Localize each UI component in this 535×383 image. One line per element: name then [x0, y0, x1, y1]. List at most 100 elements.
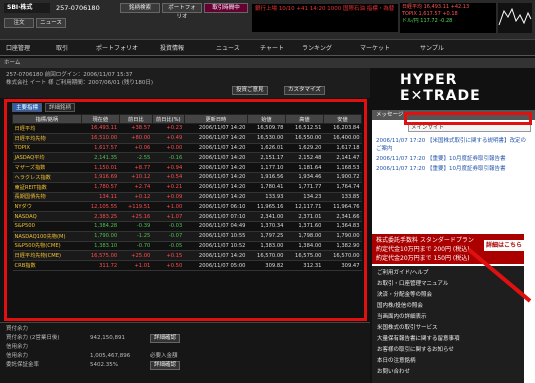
customize-button[interactable]: カスタマイズ	[284, 86, 325, 95]
quote-cell: 16,493.11	[81, 123, 120, 134]
margin-ratio-value: 5402.35%	[90, 362, 118, 368]
quote-row[interactable]: マザーズ指数 1,150.01 +8.77 +0.94 2006/11/07 14:20…	[12, 162, 362, 173]
nav-ranking[interactable]: ランキング	[302, 43, 332, 52]
quote-cell: 1,916.69	[81, 172, 120, 183]
quote-cell: 1,916.56	[247, 172, 286, 183]
column-header[interactable]: 安値	[322, 114, 363, 124]
index-name: CRB指数	[12, 260, 82, 271]
quote-row[interactable]: CRB指数 311.72 +1.01 +0.50 2006/11/07 05:00 309…	[12, 260, 362, 271]
nav-invest-info[interactable]: 投資情報	[160, 43, 184, 52]
quote-cell: 2006/11/07 10:55	[184, 231, 248, 242]
quote-row[interactable]: 東証REIT指数 1,780.57 +2.74 +0.21 2006/11/07 14:…	[12, 182, 362, 193]
quote-row[interactable]: NASDAQ 2,383.25 +25.16 +1.07 2006/11/07 07:1…	[12, 211, 362, 222]
menu-item[interactable]: お問い合わせ	[377, 367, 519, 378]
quote-tabs: 主要指標 詳細銘柄	[12, 103, 76, 112]
quote-cell: 1,383.10	[81, 241, 120, 252]
nav-portfolio[interactable]: ポートフォリオ	[96, 43, 138, 52]
quote-cell: 16,400.00	[323, 133, 362, 144]
quote-cell: +80.00	[119, 133, 153, 144]
banner-detail-button[interactable]: 詳細はこちら	[484, 240, 524, 251]
column-header[interactable]: 始値	[246, 114, 286, 124]
quote-row[interactable]: TOPIX 1,617.57 +0.06 +0.00 2006/11/07 14:20 1…	[12, 143, 362, 154]
quote-row[interactable]: 長期国債先物 134.11 +0.12 +0.09 2006/11/07 14:20 13…	[12, 192, 362, 203]
news-item[interactable]: 2006/11/07 17:20 【重要】10月度証券取引報告書	[372, 154, 535, 164]
site-select[interactable]: メインサイト	[408, 124, 531, 132]
menu-item[interactable]: 当画面内の詳細表示	[377, 312, 519, 323]
quote-row[interactable]: JASDAQ平均 2,141.35 -2.55 -0.16 2006/11/07 14:…	[12, 152, 362, 164]
quote-cell: 134.11	[81, 192, 120, 203]
news-item[interactable]: 2006/11/07 17:20 【米国株式取引に関する説明書】改定のご案内	[372, 136, 535, 154]
nav-news[interactable]: ニュース	[216, 43, 240, 52]
menu-item[interactable]: 決済・分配金等の照会	[377, 290, 519, 301]
nav-market[interactable]: マーケット	[360, 43, 390, 52]
menu-item[interactable]: 国内株/投信の照会	[377, 301, 519, 312]
tab-detail[interactable]: 詳細銘柄	[44, 103, 75, 112]
buying-power-detail-button[interactable]: 詳細確認	[150, 334, 181, 343]
order-button[interactable]: 注文	[4, 18, 34, 28]
quote-cell: 2,383.25	[81, 211, 120, 222]
portfolio-button[interactable]: ポートフォリオ	[162, 3, 202, 20]
quote-cell: 1,780.41	[247, 182, 286, 193]
quote-cell: +0.23	[152, 123, 185, 134]
quote-row[interactable]: S&P500先物(CME) 1,383.10 -0.70 -0.05 2006/11/0…	[12, 241, 362, 252]
quote-cell: -0.05	[152, 241, 185, 252]
quote-cell: 2,141.35	[81, 152, 120, 164]
margin-title: 信用余力	[6, 344, 29, 350]
quote-cell: 16,203.84	[323, 123, 362, 134]
quote-cell: +0.50	[152, 260, 185, 271]
quote-row[interactable]: NYダウ 12,105.55 +119.51 +1.00 2006/11/07 06:1…	[12, 201, 362, 213]
index-name: S&P500先物(CME)	[12, 241, 82, 252]
menu-item[interactable]: お取引・口座管理マニュアル	[377, 279, 519, 290]
quote-cell: +0.09	[152, 192, 185, 203]
fee-banner[interactable]: 株式委託手数料 スタンダードプラン 約定代金10万円まで 200円 (税込) 約…	[372, 234, 524, 264]
index-name: S&P500	[12, 221, 82, 232]
menu-item[interactable]: 米国株式の取引サービス	[377, 323, 519, 334]
column-header[interactable]: 指標/銘柄	[12, 114, 82, 124]
index-sparkline	[498, 3, 532, 33]
margin-detail-button[interactable]: 詳細確認	[150, 361, 181, 370]
quote-cell: 1,790.00	[81, 231, 120, 242]
quote-row[interactable]: ヘラクレス指数 1,916.69 +10.12 +0.54 2006/11/07 14:…	[12, 172, 362, 183]
quote-cell: +0.06	[119, 143, 153, 154]
nav-chart[interactable]: チャート	[260, 43, 284, 52]
quote-cell: 2,151.17	[247, 152, 286, 164]
column-header[interactable]: 前日比(%)	[151, 114, 185, 124]
quote-cell: 1,617.57	[81, 143, 120, 154]
quote-row[interactable]: S&P500 1,384.28 -0.39 -0.03 2006/11/07 04:49…	[12, 221, 362, 232]
menu-item[interactable]: お客様の取引に関するお知らせ	[377, 345, 519, 356]
index-name: TOPIX	[12, 143, 82, 154]
quote-row[interactable]: 日経平均 16,493.11 +38.57 +0.23 2006/11/07 14:20…	[12, 123, 362, 134]
nav-trade[interactable]: 取引	[56, 43, 68, 52]
menu-item[interactable]: 本日の注意銘柄	[377, 356, 519, 367]
quote-row[interactable]: 日経平均先物 16,510.00 +80.00 +0.49 2006/11/07 14:…	[12, 133, 362, 144]
market-ticker: 銀行上場 10/10 +41 14:20 1000 国際石油 指標・為替	[252, 4, 398, 32]
quote-cell: +10.12	[119, 172, 153, 183]
quote-cell: -2.55	[119, 152, 153, 164]
index-name: 東証REIT指数	[12, 182, 82, 193]
quote-cell: 1,382.90	[323, 241, 362, 252]
news-button[interactable]: ニュース	[36, 18, 66, 28]
quote-cell: 11,965.16	[247, 201, 286, 213]
column-header[interactable]: 現在値	[80, 114, 120, 124]
column-header[interactable]: 高値	[284, 114, 324, 124]
column-header[interactable]: 更新日時	[183, 114, 248, 124]
quote-cell: 1,150.01	[81, 162, 120, 173]
news-item[interactable]: 2006/11/07 17:20 【重要】10月度証券取引報告書	[372, 164, 535, 174]
nav-account[interactable]: 口座管理	[6, 43, 30, 52]
quote-cell: +1.00	[152, 201, 185, 213]
quote-cell: +25.16	[119, 211, 153, 222]
nav-sample[interactable]: サンプル	[420, 43, 444, 52]
quote-cell: 2006/11/07 10:52	[184, 241, 248, 252]
quote-cell: 2006/11/07 14:20	[184, 143, 248, 154]
column-header[interactable]: 前日比	[118, 114, 153, 124]
quote-cell: 1,371.60	[285, 221, 324, 232]
quote-cell: 309.82	[247, 260, 286, 271]
quote-row[interactable]: 日経平均先物(CME) 16,575.00 +25.00 +0.15 2006/11/0…	[12, 250, 362, 262]
tab-main-index[interactable]: 主要指標	[12, 103, 43, 112]
menu-item[interactable]: 大量保有報告書に関する留意事項	[377, 334, 519, 345]
quote-cell: 1,370.34	[247, 221, 286, 232]
quote-row[interactable]: NASDAQ100先物(M) 1,790.00 -1.25 -0.07 2006/11/…	[12, 231, 362, 242]
feedback-button[interactable]: 投資ご意見	[232, 86, 268, 95]
quote-cell: 12,105.55	[81, 201, 120, 213]
search-button[interactable]: 銘柄検索	[120, 3, 160, 13]
